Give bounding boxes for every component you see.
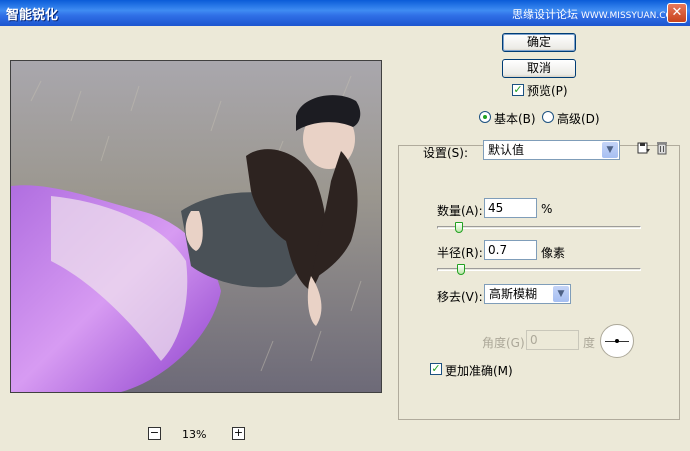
radio-dot-icon (483, 115, 487, 119)
close-icon: ✕ (671, 5, 683, 20)
close-button[interactable]: ✕ (667, 3, 687, 23)
settings-group (398, 145, 680, 420)
angle-input[interactable]: 0 (526, 330, 579, 350)
preview-checkbox[interactable]: ✓ (512, 84, 524, 96)
radius-slider-thumb[interactable] (456, 264, 465, 275)
window-title: 智能锐化 (6, 8, 59, 23)
angle-unit: 度 (583, 336, 596, 350)
preview-photo (11, 61, 381, 392)
radius-input[interactable]: 0.7 (484, 240, 537, 260)
zoom-level: 13% (182, 428, 207, 441)
radius-unit: 像素 (541, 246, 566, 260)
angle-dial[interactable] (600, 324, 634, 358)
title-bar: 智能锐化 思缘设计论坛 WWW.MISSYUAN.COM ✕ (0, 0, 690, 26)
amount-label: 数量(A): (437, 204, 483, 218)
save-icon[interactable] (637, 141, 651, 159)
amount-slider-track[interactable] (437, 226, 641, 229)
trash-icon[interactable] (656, 141, 668, 159)
basic-radio[interactable] (479, 111, 491, 123)
radius-label: 半径(R): (437, 246, 483, 260)
watermark-text: 思缘设计论坛 (512, 8, 578, 21)
settings-select-value: 默认值 (488, 143, 525, 157)
remove-select[interactable]: 高斯模糊 ▼ (484, 284, 571, 304)
preview-image[interactable] (10, 60, 382, 393)
preview-checkbox-label: 预览(P) (527, 84, 568, 98)
advanced-radio-label: 高级(D) (557, 112, 600, 126)
settings-label: 设置(S): (423, 146, 469, 160)
cancel-button[interactable]: 取消 (502, 59, 576, 78)
remove-label: 移去(V): (437, 290, 483, 304)
chevron-down-icon: ▼ (602, 142, 618, 158)
remove-select-value: 高斯模糊 (489, 287, 538, 301)
watermark-url: WWW.MISSYUAN.COM (581, 11, 681, 21)
radius-slider-track[interactable] (437, 268, 641, 271)
zoom-in-button[interactable]: + (232, 427, 245, 440)
plus-icon: + (233, 426, 244, 439)
watermark: 思缘设计论坛 WWW.MISSYUAN.COM (512, 6, 680, 22)
amount-unit: % (541, 202, 553, 216)
chevron-down-icon: ▼ (553, 286, 569, 302)
ok-button[interactable]: 确定 (502, 33, 576, 52)
angle-dial-center (615, 339, 619, 343)
advanced-radio[interactable] (542, 111, 554, 123)
checkmark-icon: ✓ (513, 83, 523, 96)
settings-select[interactable]: 默认值 ▼ (483, 140, 620, 160)
minus-icon: − (149, 426, 160, 439)
checkmark-icon: ✓ (431, 362, 441, 375)
basic-radio-label: 基本(B) (494, 112, 536, 126)
zoom-out-button[interactable]: − (148, 427, 161, 440)
more-accurate-label: 更加准确(M) (445, 364, 513, 378)
amount-slider-thumb[interactable] (454, 222, 463, 233)
more-accurate-checkbox[interactable]: ✓ (430, 363, 442, 375)
amount-input[interactable]: 45 (484, 198, 537, 218)
angle-label: 角度(G): (482, 336, 529, 350)
